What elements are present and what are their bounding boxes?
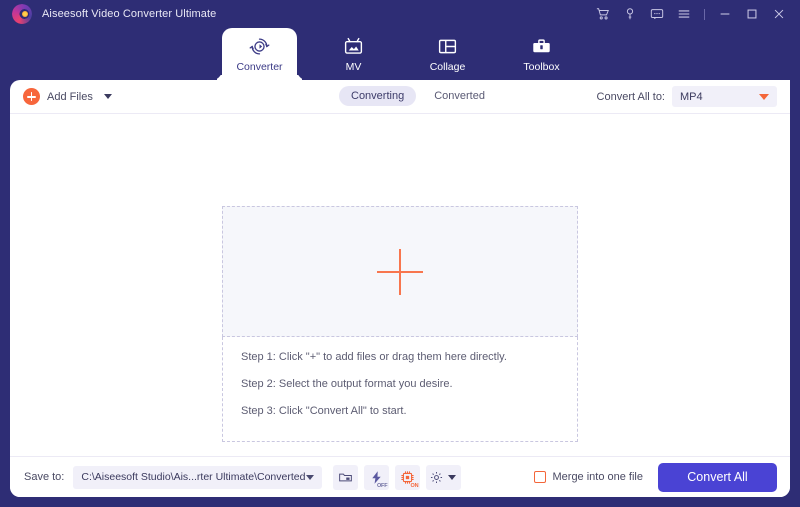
- window-controls: [590, 0, 792, 28]
- tab-mv[interactable]: MV: [316, 28, 391, 80]
- app-window: Aiseesoft Video Converter Ultimate Conve…: [0, 0, 800, 507]
- instruction-step: Step 1: Click "+" to add files or drag t…: [241, 351, 507, 363]
- instruction-step: Step 3: Click "Convert All" to start.: [241, 405, 407, 417]
- convert-all-button[interactable]: Convert All: [658, 462, 777, 492]
- gpu-state-label: ON: [410, 482, 419, 489]
- status-segmented-control: Converting Converted: [339, 86, 497, 106]
- main-tabs: Converter MV Collage Toolbox: [0, 28, 800, 80]
- gpu-chip-icon[interactable]: ON: [395, 464, 421, 490]
- cart-icon[interactable]: [590, 0, 616, 28]
- title-bar: Aiseesoft Video Converter Ultimate: [0, 0, 800, 28]
- caret-down-icon: [759, 93, 769, 100]
- feedback-icon[interactable]: [644, 0, 670, 28]
- close-icon[interactable]: [766, 0, 792, 28]
- tab-toolbox[interactable]: Toolbox: [504, 28, 579, 80]
- toolbar: Add Files Converting Converted Convert A…: [10, 80, 790, 114]
- maximize-icon[interactable]: [739, 0, 765, 28]
- caret-down-icon: [306, 474, 315, 480]
- tab-converter[interactable]: Converter: [222, 28, 297, 80]
- menu-icon[interactable]: [671, 0, 697, 28]
- plus-icon[interactable]: [377, 248, 423, 295]
- save-to-label: Save to:: [24, 471, 65, 483]
- divider: [704, 8, 705, 20]
- collage-icon: [437, 36, 458, 58]
- merge-checkbox[interactable]: [533, 471, 546, 483]
- minimize-icon[interactable]: [712, 0, 738, 28]
- chevron-down-icon[interactable]: [103, 94, 112, 99]
- hardware-acceleration-icon[interactable]: OFF: [364, 464, 390, 490]
- convert-all-to-group: Convert All to: MP4: [597, 86, 777, 107]
- add-files-label: Add Files: [47, 90, 93, 103]
- format-select[interactable]: MP4: [672, 86, 777, 107]
- format-value: MP4: [680, 90, 703, 103]
- tab-label: Collage: [429, 60, 466, 73]
- footer-bar: Save to: C:\Aiseesoft Studio\Ais...rter …: [10, 456, 790, 497]
- main-panel: Add Files Converting Converted Convert A…: [10, 80, 790, 497]
- save-path-select[interactable]: C:\Aiseesoft Studio\Ais...rter Ultimate\…: [73, 465, 323, 489]
- merge-into-one-file-option[interactable]: Merge into one file: [533, 471, 644, 483]
- aiseesoft-logo-icon: [12, 4, 32, 24]
- add-files-button[interactable]: Add Files: [23, 88, 112, 105]
- segment-converting[interactable]: Converting: [339, 86, 417, 106]
- preferences-gear-icon: [429, 470, 444, 485]
- tab-label: MV: [345, 60, 362, 73]
- save-path-value: C:\Aiseesoft Studio\Ais...rter Ultimate\…: [81, 471, 306, 483]
- mv-icon: [343, 36, 364, 58]
- preferences-button[interactable]: [426, 464, 462, 490]
- convert-all-to-label: Convert All to:: [596, 90, 665, 103]
- plus-circle-icon: [23, 88, 40, 105]
- key-icon[interactable]: [617, 0, 643, 28]
- toolbox-icon: [531, 36, 552, 58]
- instruction-step: Step 2: Select the output format you des…: [241, 378, 453, 390]
- open-folder-icon[interactable]: [333, 464, 359, 490]
- segment-converted[interactable]: Converted: [422, 86, 497, 106]
- merge-label: Merge into one file: [552, 471, 644, 483]
- instructions-panel: Step 1: Click "+" to add files or drag t…: [222, 337, 578, 442]
- app-title: Aiseesoft Video Converter Ultimate: [42, 8, 217, 20]
- file-drop-zone[interactable]: [222, 206, 578, 337]
- acceleration-state-label: OFF: [376, 482, 388, 489]
- tab-collage[interactable]: Collage: [410, 28, 485, 80]
- content-area: Step 1: Click "+" to add files or drag t…: [10, 114, 790, 465]
- chevron-down-icon[interactable]: [448, 474, 457, 480]
- tab-label: Toolbox: [523, 60, 560, 73]
- tab-label: Converter: [236, 60, 283, 73]
- converter-icon: [249, 36, 270, 58]
